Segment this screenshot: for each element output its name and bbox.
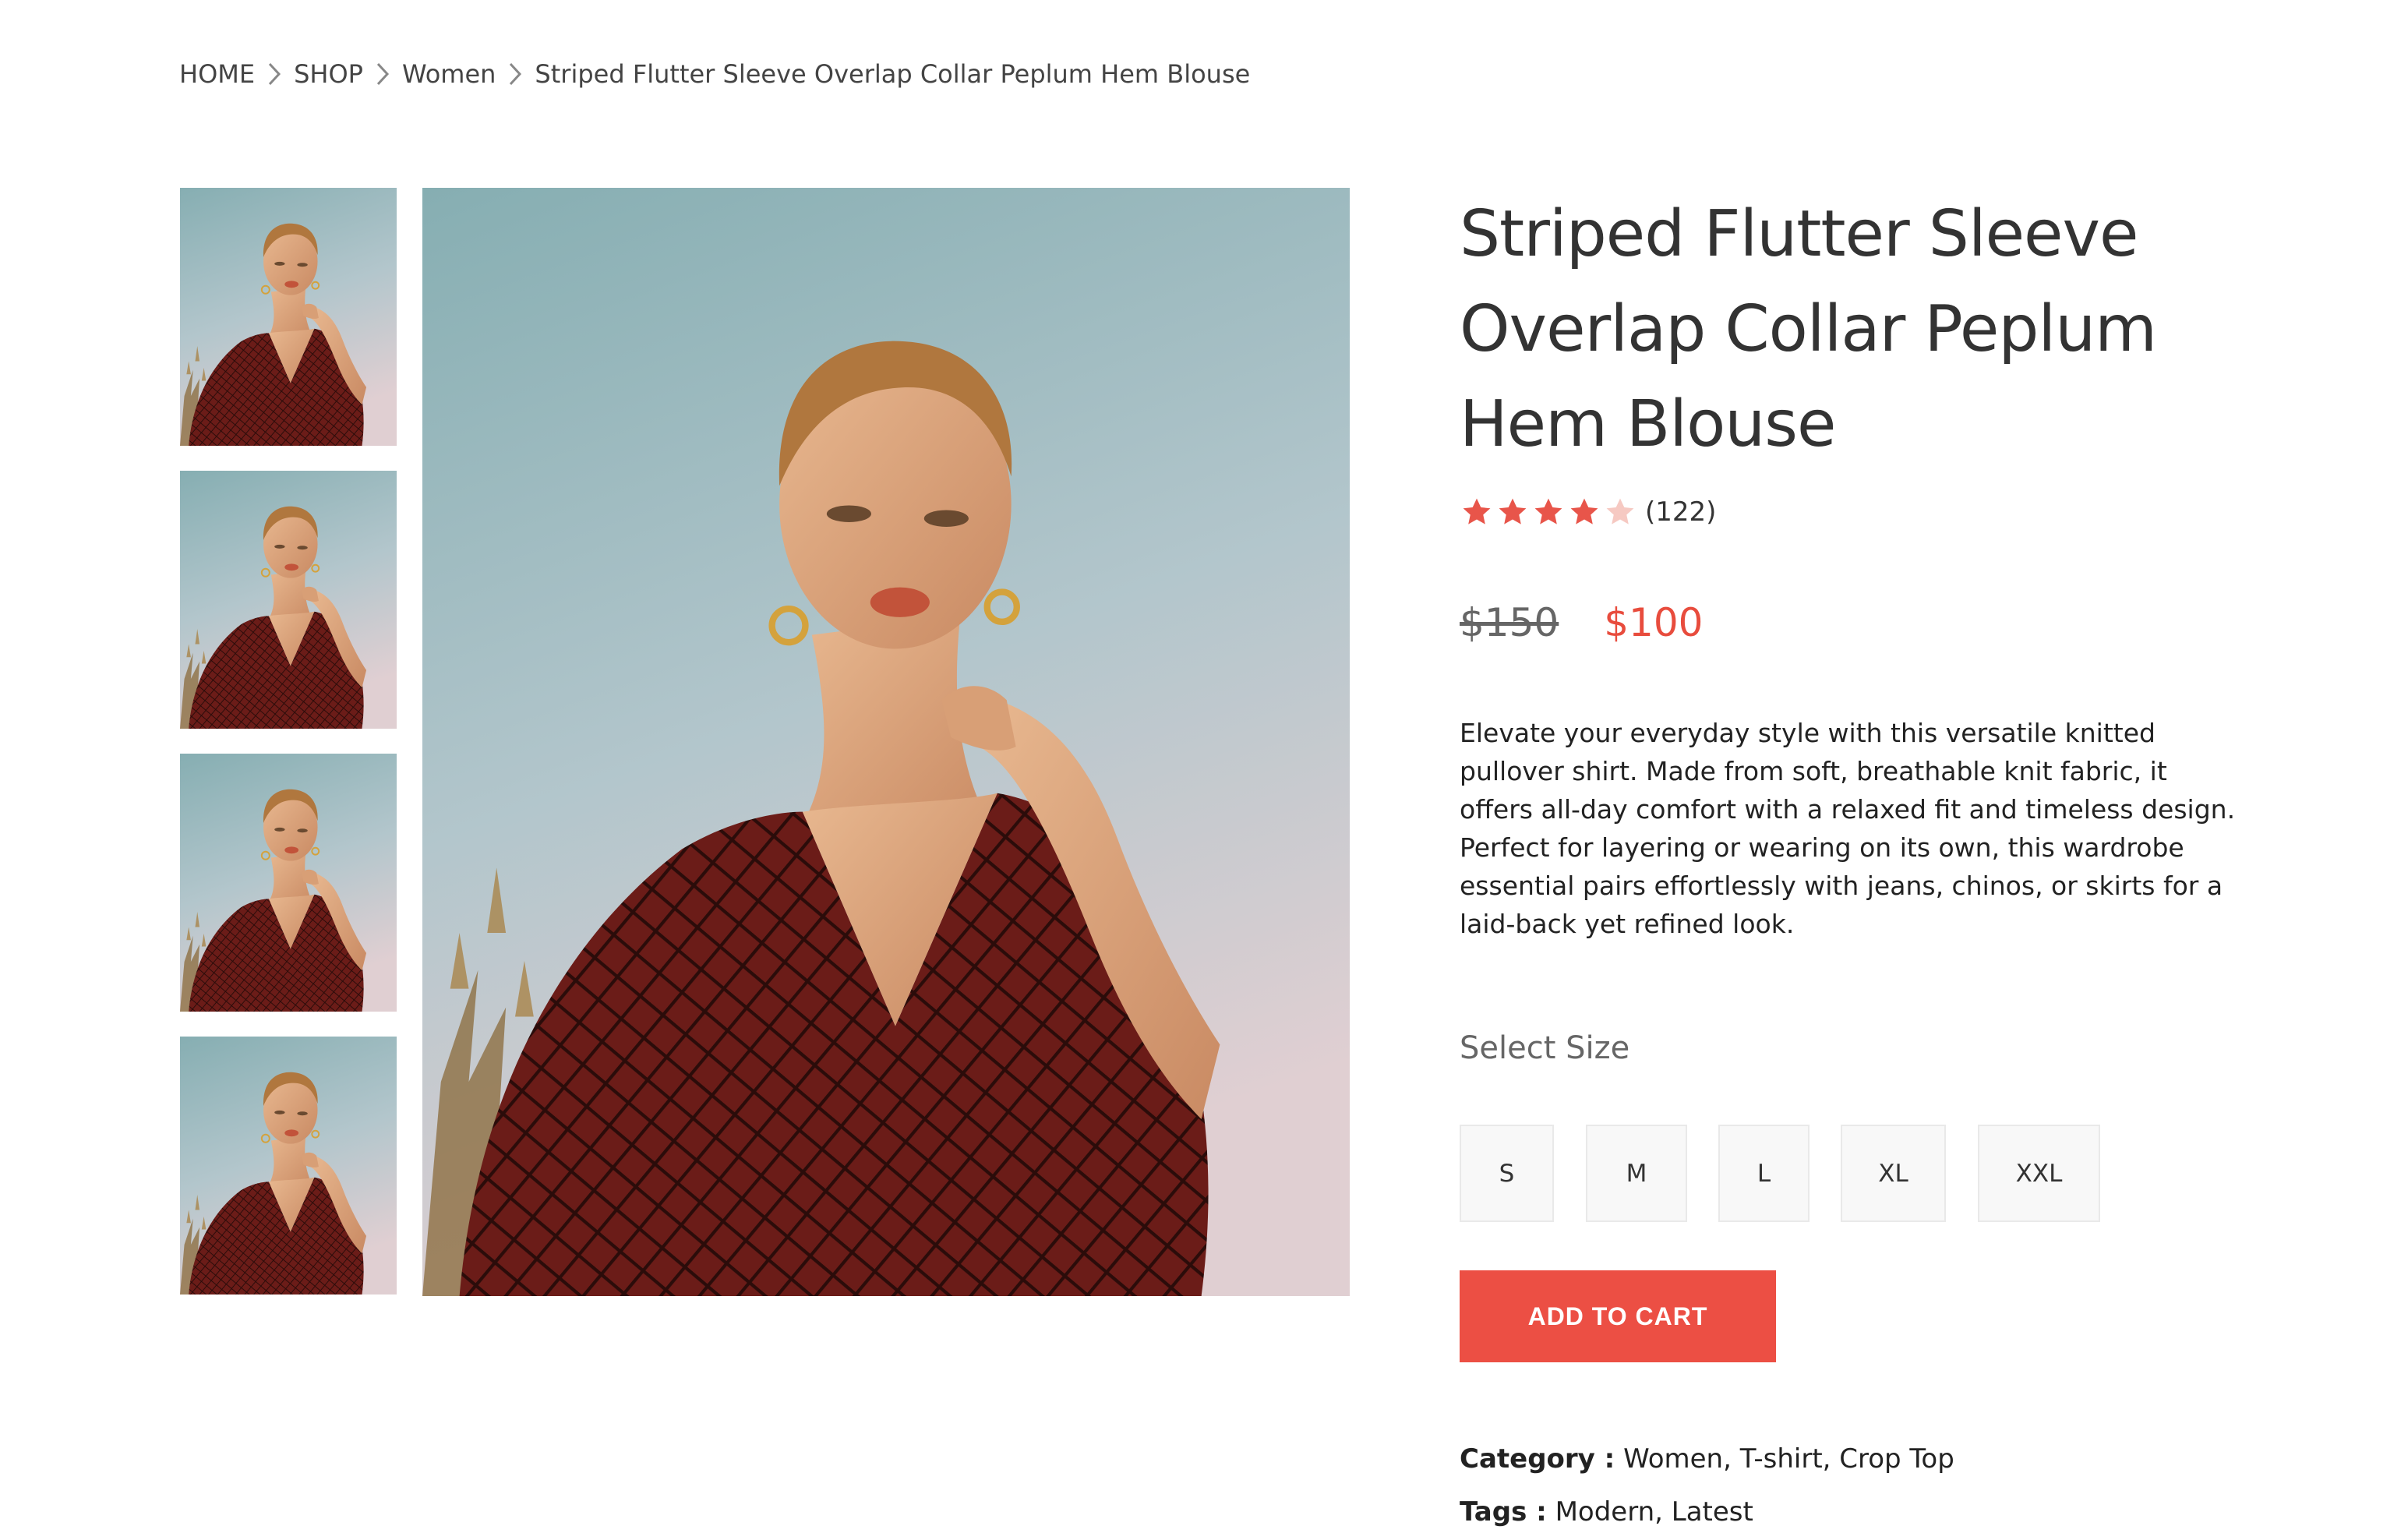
star-filled-icon <box>1499 498 1527 525</box>
size-option-l[interactable]: L <box>1718 1125 1810 1222</box>
thumbnail-1[interactable] <box>180 188 397 446</box>
product-tags: Tags : Modern, Latest <box>1460 1496 1753 1528</box>
breadcrumb: HOME SHOP Women Striped Flutter Sleeve O… <box>179 55 1250 94</box>
size-option-m[interactable]: M <box>1586 1125 1687 1222</box>
tags-value[interactable]: Modern, Latest <box>1555 1496 1753 1528</box>
product-title: Striped Flutter Sleeve Overlap Collar Pe… <box>1460 197 2157 461</box>
add-to-cart-button[interactable]: ADD TO CART <box>1460 1270 1776 1362</box>
star-filled-icon <box>1463 498 1491 525</box>
breadcrumb-current: Striped Flutter Sleeve Overlap Collar Pe… <box>535 59 1251 89</box>
category-value[interactable]: Women, T-shirt, Crop Top <box>1623 1443 1954 1475</box>
chevron-right-icon <box>371 55 394 94</box>
price-block: $150 $100 <box>1460 597 1704 648</box>
product-description: Elevate your everyday style with this ve… <box>1460 718 2236 939</box>
size-option-s[interactable]: S <box>1460 1125 1554 1222</box>
star-filled-icon <box>1570 498 1598 525</box>
size-option-xxl[interactable]: XXL <box>1978 1125 2100 1222</box>
product-rating: (122) <box>1460 493 1716 532</box>
sale-price: $100 <box>1604 600 1704 645</box>
original-price: $150 <box>1460 600 1559 645</box>
breadcrumb-shop[interactable]: SHOP <box>294 59 363 89</box>
chevron-right-icon <box>503 55 527 94</box>
tags-label: Tags : <box>1460 1496 1547 1528</box>
breadcrumb-home[interactable]: HOME <box>179 59 255 89</box>
breadcrumb-women[interactable]: Women <box>402 59 496 89</box>
select-size-label: Select Size <box>1460 1030 1630 1066</box>
product-category: Category : Women, T-shirt, Crop Top <box>1460 1443 1954 1475</box>
star-empty-icon <box>1606 498 1634 525</box>
chevron-right-icon <box>263 55 286 94</box>
size-option-xl[interactable]: XL <box>1841 1125 1946 1222</box>
thumbnail-4[interactable] <box>180 1037 397 1295</box>
thumbnail-3[interactable] <box>180 754 397 1012</box>
star-filled-icon <box>1534 498 1562 525</box>
thumbnail-2[interactable] <box>180 471 397 729</box>
category-label: Category : <box>1460 1443 1615 1475</box>
main-product-image <box>422 188 1350 1296</box>
review-count[interactable]: (122) <box>1645 496 1716 528</box>
